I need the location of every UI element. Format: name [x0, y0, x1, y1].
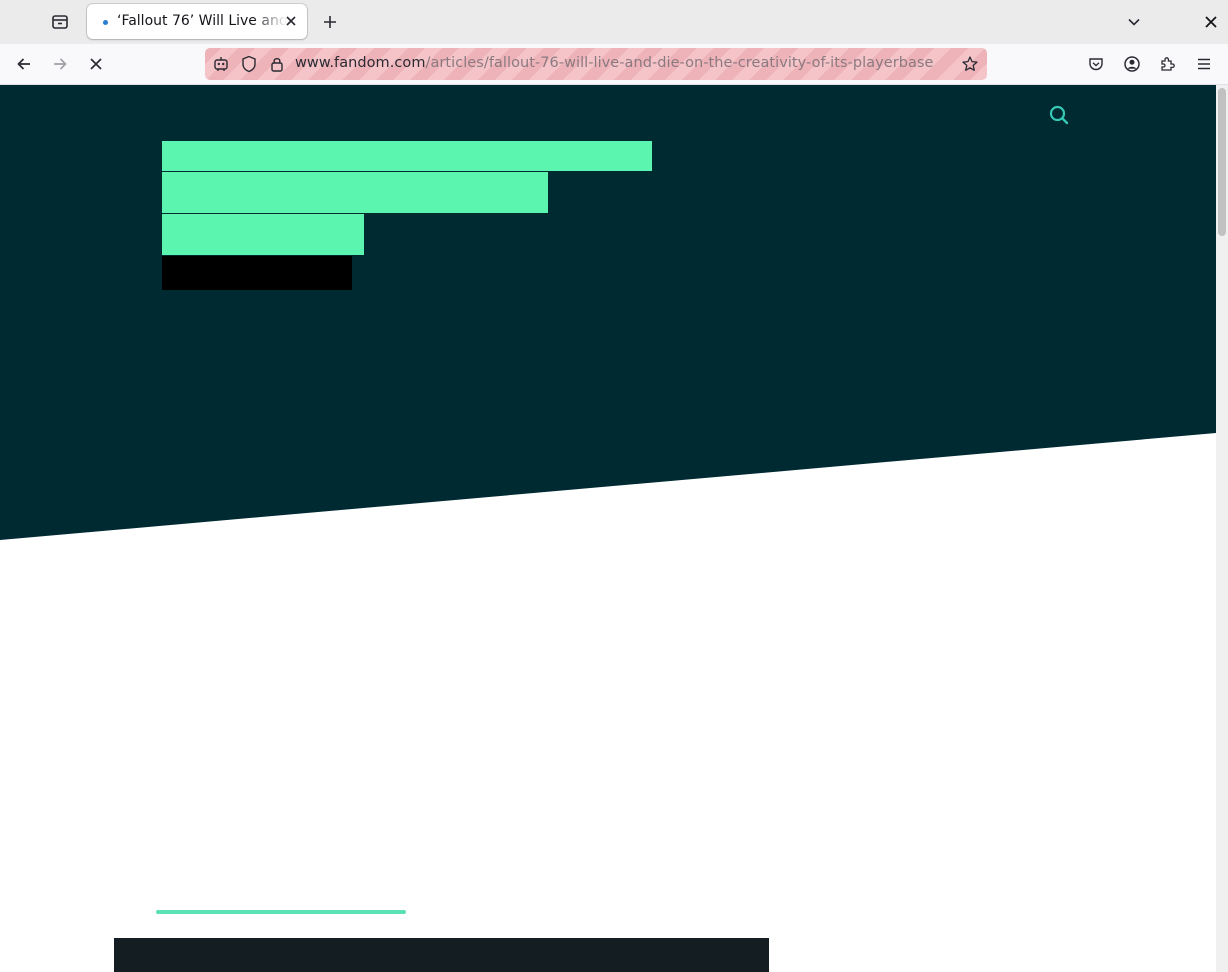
extensions-icon — [1161, 57, 1175, 71]
fandom-favicon-icon — [103, 20, 108, 25]
pocket-icon — [1089, 58, 1103, 71]
account-icon — [1124, 56, 1140, 72]
hamburger-menu-icon — [1198, 58, 1210, 70]
headline-placeholder-line-3 — [162, 214, 364, 255]
forward-arrow-icon — [54, 58, 67, 70]
search-icon[interactable] — [1048, 104, 1070, 126]
section-accent-underline — [156, 910, 406, 914]
pocket-button[interactable] — [1082, 50, 1110, 78]
stop-loading-icon — [90, 58, 102, 70]
headline-placeholder-line-1 — [162, 141, 652, 171]
tab-title: ‘Fallout 76’ Will Live and Die on the Cr… — [117, 13, 287, 29]
tab-list-button[interactable] — [46, 8, 74, 36]
url-text[interactable]: www.fandom.com/articles/fallout-76-will-… — [295, 55, 934, 71]
list-all-tabs-button[interactable] — [1120, 8, 1148, 36]
tab-close-icon[interactable] — [283, 13, 299, 29]
media-placeholder-block — [114, 938, 769, 972]
back-arrow-icon — [17, 58, 30, 70]
tab-strip: ‘Fallout 76’ Will Live and Die on the Cr… — [0, 0, 1228, 44]
lock-icon[interactable] — [268, 55, 286, 73]
scrollbar-thumb[interactable] — [1218, 88, 1226, 236]
headline-placeholder-line-2 — [162, 172, 548, 213]
page-viewport — [0, 85, 1216, 972]
close-icon — [1205, 16, 1217, 28]
address-bar[interactable]: www.fandom.com/articles/fallout-76-will-… — [205, 48, 987, 80]
forward-button[interactable] — [46, 50, 74, 78]
active-tab[interactable]: ‘Fallout 76’ Will Live and Die on the Cr… — [87, 4, 307, 39]
extensions-button[interactable] — [1154, 50, 1182, 78]
url-path: /articles/fallout-76-will-live-and-die-o… — [425, 55, 934, 71]
navigation-toolbar: www.fandom.com/articles/fallout-76-will-… — [0, 44, 1228, 85]
plus-icon — [324, 16, 336, 28]
remote-control-robot-icon[interactable] — [212, 55, 230, 73]
stop-button[interactable] — [82, 50, 110, 78]
window-close-button[interactable] — [1197, 8, 1225, 36]
tab-list-icon — [52, 15, 68, 29]
author-placeholder-block — [162, 256, 352, 290]
tracking-protection-icon[interactable] — [240, 55, 258, 73]
app-menu-button[interactable] — [1190, 50, 1218, 78]
account-button[interactable] — [1118, 50, 1146, 78]
chevron-down-icon — [1128, 18, 1140, 26]
page-scrollbar[interactable] — [1216, 85, 1228, 972]
back-button[interactable] — [10, 50, 38, 78]
new-tab-button[interactable] — [316, 8, 344, 36]
url-host: www.fandom.com — [295, 55, 426, 71]
star-icon[interactable] — [961, 55, 979, 73]
